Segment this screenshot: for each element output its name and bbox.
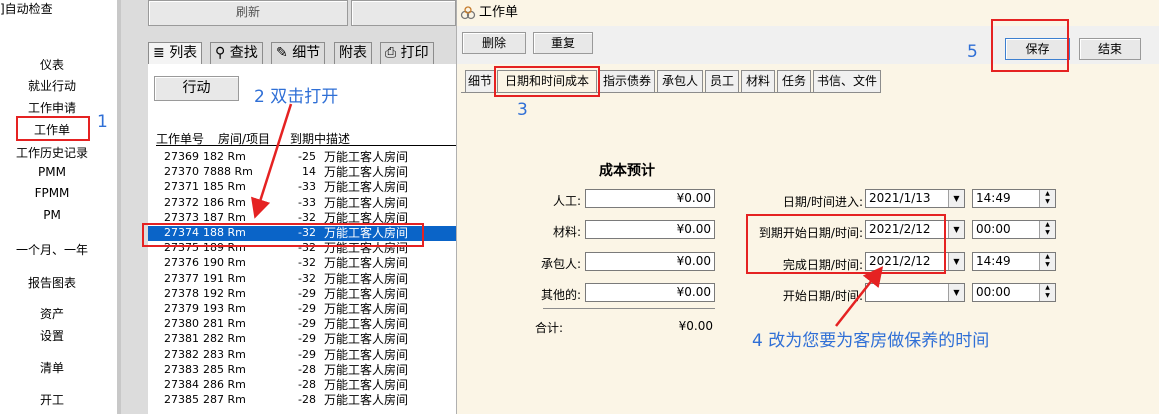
- arrow-to-dates: [835, 266, 884, 327]
- arrow-to-row: [251, 103, 293, 219]
- annotation-arrows: [251, 103, 884, 327]
